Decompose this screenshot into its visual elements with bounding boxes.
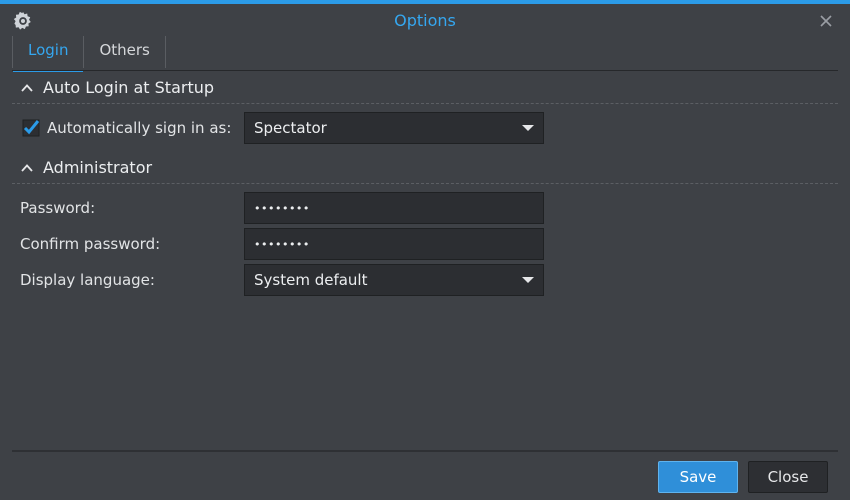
password-label: Password: [20,199,96,217]
section-title-auto-login: Auto Login at Startup [43,78,215,97]
confirm-password-value: •••••••• [254,237,310,251]
window-title: Options [394,11,456,30]
language-select-value: System default [254,271,368,289]
close-button[interactable]: Close [748,461,828,493]
tab-login[interactable]: Login [12,36,85,72]
caret-down-icon [522,125,534,131]
password-row: Password: •••••••• [12,192,552,224]
auto-login-row: Automatically sign in as: Spectator [12,112,552,144]
password-field[interactable]: •••••••• [244,192,544,224]
section-header-auto-login[interactable]: Auto Login at Startup [12,72,838,104]
confirm-password-field[interactable]: •••••••• [244,228,544,260]
footer-divider [12,450,838,452]
account-select[interactable]: Spectator [244,112,544,144]
confirm-password-row: Confirm password: •••••••• [12,228,552,260]
language-row: Display language: System default [12,264,552,296]
account-select-value: Spectator [254,119,327,137]
tab-bar: Login Others [12,36,166,72]
section-header-administrator[interactable]: Administrator [12,152,838,184]
tab-divider [12,70,838,71]
language-label: Display language: [20,271,155,289]
password-value: •••••••• [254,201,310,215]
section-title-administrator: Administrator [43,158,153,177]
language-select[interactable]: System default [244,264,544,296]
options-window: Options Login Others Auto Login at Start… [0,0,850,500]
checkmark-icon[interactable] [22,119,40,137]
chevron-up-icon [21,83,33,92]
tab-others[interactable]: Others [84,36,166,68]
auto-login-checkbox[interactable]: Automatically sign in as: [12,119,244,137]
close-icon[interactable] [818,13,834,29]
confirm-password-label: Confirm password: [20,235,161,253]
chevron-up-icon [21,163,33,172]
save-button[interactable]: Save [658,461,738,493]
auto-login-label: Automatically sign in as: [47,119,232,137]
caret-down-icon [522,277,534,283]
title-bar: Options [0,4,850,38]
